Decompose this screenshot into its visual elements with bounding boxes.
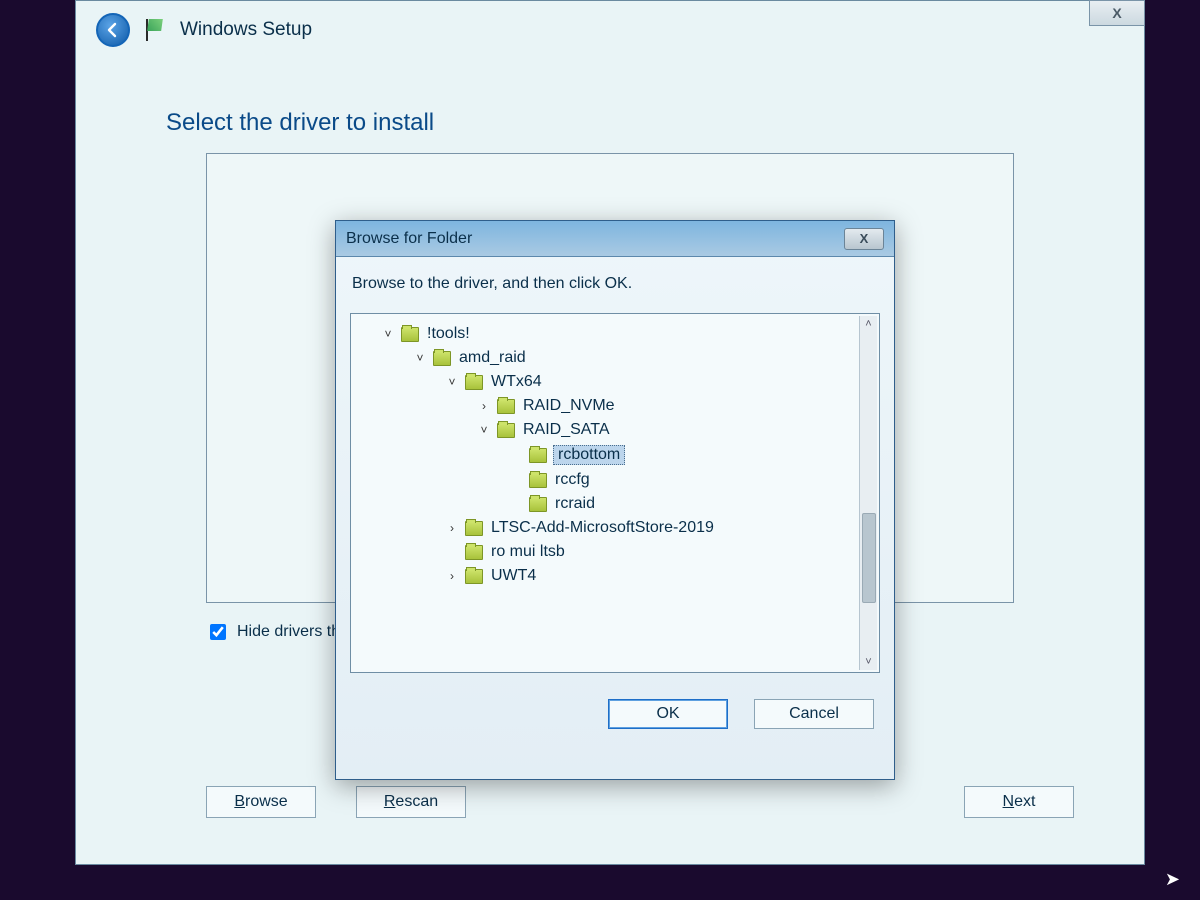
tree-item[interactable]: › LTSC-Add-MicrosoftStore-2019 (355, 516, 879, 540)
tree-item-label: RAID_SATA (521, 421, 612, 439)
tree-item[interactable]: ˅ WTx64 (355, 370, 879, 394)
tree-item-label: ro mui ltsb (489, 543, 567, 561)
tree-item[interactable]: › RAID_NVMe (355, 394, 879, 418)
windows-flag-icon (144, 17, 166, 43)
dialog-title: Browse for Folder (346, 230, 472, 248)
chevron-down-icon[interactable]: ˅ (445, 375, 459, 389)
arrow-left-icon (104, 21, 122, 39)
browse-button[interactable]: Browse (206, 786, 316, 818)
bottom-button-row: Browse Rescan Next (206, 786, 1074, 818)
chevron-down-icon[interactable]: ˅ (413, 351, 427, 365)
tree-item[interactable]: rcbottom (355, 442, 879, 468)
rescan-button[interactable]: Rescan (356, 786, 466, 818)
folder-icon (401, 327, 419, 342)
dialog-titlebar: Browse for Folder X (336, 221, 894, 257)
folder-icon (497, 399, 515, 414)
window-close-button[interactable]: X (1089, 0, 1145, 26)
folder-icon (465, 375, 483, 390)
dialog-button-row: OK Cancel (336, 681, 894, 729)
window-title: Windows Setup (180, 19, 312, 41)
folder-icon (529, 473, 547, 488)
back-button[interactable] (96, 13, 130, 47)
tree-item-label: rccfg (553, 471, 592, 489)
tree-item-label: rcbottom (553, 445, 625, 465)
folder-icon (529, 497, 547, 512)
ok-button[interactable]: OK (608, 699, 728, 729)
tree-scrollbar[interactable]: ˄ ˅ (859, 316, 877, 670)
mouse-cursor-icon: ➤ (1165, 869, 1180, 890)
tree-item-label: WTx64 (489, 373, 544, 391)
folder-icon (529, 448, 547, 463)
chevron-down-icon[interactable]: ˅ (381, 327, 395, 341)
folder-icon (433, 351, 451, 366)
tree-item[interactable]: ro mui ltsb (355, 540, 879, 564)
next-button[interactable]: Next (964, 786, 1074, 818)
close-icon: X (1112, 5, 1121, 21)
tree-item[interactable]: › UWT4 (355, 564, 879, 588)
scroll-up-icon[interactable]: ˄ (865, 316, 871, 332)
chevron-right-icon[interactable]: › (445, 569, 459, 583)
folder-tree[interactable]: ˅ !tools! ˅ amd_raid ˅ WTx64 › RAID_NVMe ˅ RAID_S… (350, 313, 880, 673)
chevron-right-icon[interactable]: › (445, 521, 459, 535)
tree-item-label: !tools! (425, 325, 472, 343)
folder-icon (465, 521, 483, 536)
tree-item-label: RAID_NVMe (521, 397, 617, 415)
tree-item-label: rcraid (553, 495, 597, 513)
tree-item-label: UWT4 (489, 567, 538, 585)
dialog-instruction: Browse to the driver, and then click OK. (336, 257, 894, 305)
scroll-down-icon[interactable]: ˅ (865, 654, 871, 670)
titlebar: Windows Setup (76, 1, 1144, 59)
browse-for-folder-dialog: Browse for Folder X Browse to the driver… (335, 220, 895, 780)
tree-item[interactable]: ˅ RAID_SATA (355, 418, 879, 442)
folder-icon (497, 423, 515, 438)
tree-item-label: LTSC-Add-MicrosoftStore-2019 (489, 519, 716, 537)
tree-item[interactable]: rccfg (355, 468, 879, 492)
scroll-thumb[interactable] (862, 513, 876, 603)
close-icon: X (860, 231, 869, 246)
folder-icon (465, 569, 483, 584)
chevron-down-icon[interactable]: ˅ (477, 423, 491, 437)
page-heading: Select the driver to install (76, 59, 1144, 153)
tree-item[interactable]: ˅ !tools! (355, 322, 879, 346)
folder-icon (465, 545, 483, 560)
cancel-button[interactable]: Cancel (754, 699, 874, 729)
chevron-right-icon[interactable]: › (477, 399, 491, 413)
dialog-close-button[interactable]: X (844, 228, 884, 250)
tree-item[interactable]: rcraid (355, 492, 879, 516)
tree-item[interactable]: ˅ amd_raid (355, 346, 879, 370)
tree-item-label: amd_raid (457, 349, 528, 367)
hide-drivers-checkbox[interactable] (210, 624, 226, 640)
